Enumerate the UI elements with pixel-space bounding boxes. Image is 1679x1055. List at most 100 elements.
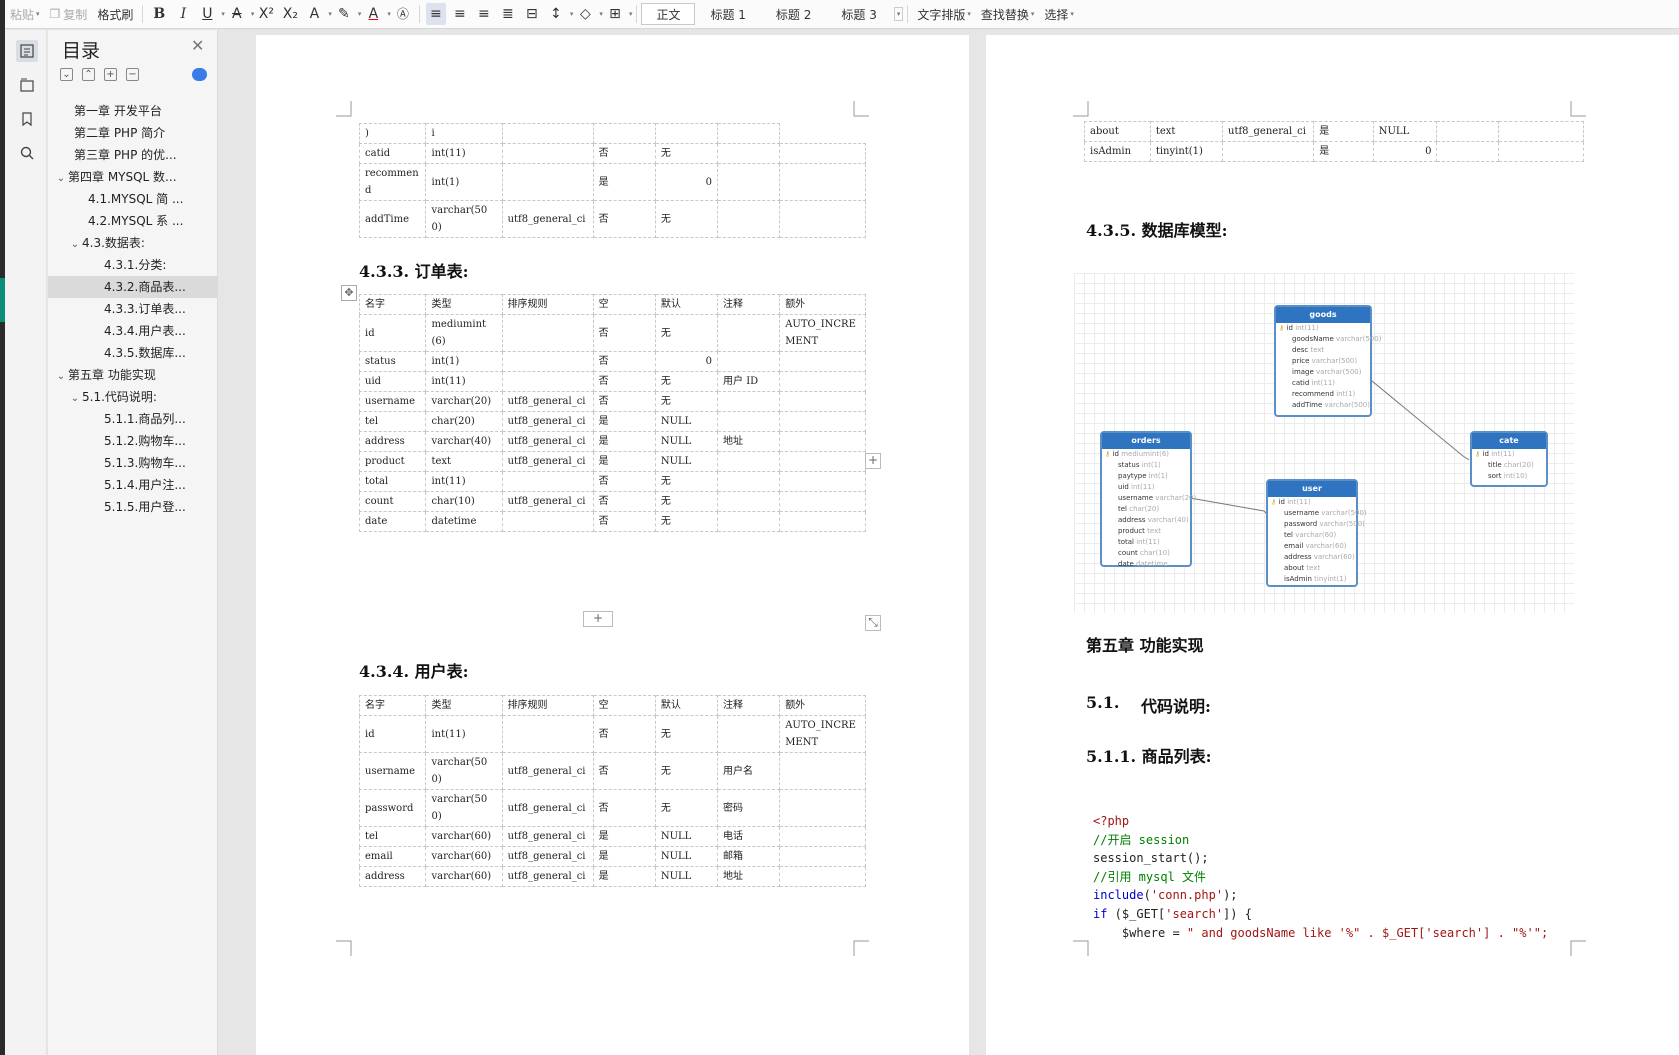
table-cell[interactable]: char(20): [425, 411, 503, 432]
table-cell[interactable]: 是: [592, 163, 656, 201]
table-cell[interactable]: utf8_general_ci: [501, 789, 594, 827]
table-cell[interactable]: isAdmin: [1084, 141, 1151, 162]
table-cell[interactable]: [779, 411, 866, 432]
table-cell[interactable]: 否: [592, 351, 656, 372]
distributed-icon[interactable]: ⊟: [522, 3, 542, 25]
table-cell[interactable]: 无: [654, 491, 719, 512]
table-cell[interactable]: [501, 715, 594, 753]
table-cell[interactable]: NULL: [654, 451, 719, 472]
table-cell[interactable]: [779, 431, 866, 452]
paste-button[interactable]: 粘贴 ▾: [5, 0, 45, 29]
table-cell[interactable]: 是: [592, 431, 656, 452]
toc-item[interactable]: 4.3.3.订单表...: [48, 298, 218, 320]
search-icon[interactable]: [16, 142, 38, 164]
table-cell[interactable]: [779, 826, 866, 847]
chevron-down-icon[interactable]: ⌄: [68, 234, 82, 254]
table-cell[interactable]: [717, 143, 781, 164]
toc-item[interactable]: ⌄ 4.3.数据表:: [48, 232, 218, 254]
entity-cate[interactable]: cate ⚷ id int(11) title char(20) sort int(1…: [1470, 431, 1548, 487]
toc-item[interactable]: 第一章 开发平台: [48, 100, 218, 122]
table-cell[interactable]: date: [358, 511, 427, 532]
align-left-icon[interactable]: ≡: [425, 3, 446, 25]
table-cell[interactable]: utf8_general_ci: [1221, 121, 1315, 142]
table-cell[interactable]: 0: [654, 163, 719, 201]
table-cell[interactable]: [501, 123, 594, 144]
table-cell[interactable]: 是: [592, 826, 656, 847]
table-cell[interactable]: status: [358, 351, 427, 372]
table-cell[interactable]: [779, 371, 866, 392]
table-cell[interactable]: utf8_general_ci: [501, 391, 594, 412]
table-cell[interactable]: [717, 200, 781, 238]
table-cell[interactable]: 是: [592, 846, 656, 867]
table-cell[interactable]: 用户名: [717, 752, 781, 790]
toc-item[interactable]: 5.1.5.用户登...: [48, 496, 218, 518]
text-layout-button[interactable]: 文字排版 ▾: [912, 0, 976, 29]
toc-item[interactable]: 第二章 PHP 简介: [48, 122, 218, 144]
table-cell[interactable]: AUTO_INCREMENT: [779, 715, 866, 753]
table-cell[interactable]: [779, 200, 866, 238]
table-cell[interactable]: 否: [592, 371, 656, 392]
table-cell[interactable]: tel: [358, 826, 427, 847]
justify-icon[interactable]: ≣: [498, 3, 518, 25]
toc-icon[interactable]: [16, 40, 38, 62]
table-cell[interactable]: 无: [654, 314, 719, 352]
table-cell[interactable]: 0: [654, 351, 719, 372]
table-cell[interactable]: [1498, 121, 1584, 142]
chevron-down-icon[interactable]: ⌄: [54, 366, 68, 386]
table-cell[interactable]: 无: [654, 511, 719, 532]
table-cell[interactable]: 是: [1313, 121, 1374, 142]
table-cell[interactable]: int(11): [425, 371, 503, 392]
table-cell[interactable]: utf8_general_ci: [501, 431, 594, 452]
table-cell[interactable]: total: [358, 471, 427, 492]
table-cell[interactable]: varchar(500): [425, 752, 503, 790]
toc-item[interactable]: 5.1.4.用户注...: [48, 474, 218, 496]
table-cell[interactable]: NULL: [654, 866, 719, 887]
table-cell[interactable]: [501, 471, 594, 492]
table-cell[interactable]: 否: [592, 314, 656, 352]
find-replace-button[interactable]: 查找替换 ▾: [976, 0, 1040, 29]
table-cell[interactable]: 否: [592, 491, 656, 512]
toc-item[interactable]: 4.3.2.商品表...: [48, 276, 218, 298]
table-cell[interactable]: username: [358, 752, 427, 790]
table-cell[interactable]: uid: [358, 371, 427, 392]
styles-more-icon[interactable]: ▾: [893, 7, 904, 21]
table-cell[interactable]: utf8_general_ci: [501, 411, 594, 432]
table-cell[interactable]: text: [425, 451, 503, 472]
table-cell[interactable]: 是: [1313, 141, 1374, 162]
table-cell[interactable]: 否: [592, 391, 656, 412]
table-cell[interactable]: varchar(500): [425, 200, 503, 238]
toc-item[interactable]: ⌄ 第五章 功能实现: [48, 364, 218, 386]
table-cell[interactable]: [717, 471, 781, 492]
superscript-icon[interactable]: X²: [256, 3, 276, 25]
table-cell[interactable]: [779, 846, 866, 867]
toc-item[interactable]: ⌄ 5.1.代码说明:: [48, 386, 218, 408]
table-cell[interactable]: int(11): [425, 471, 503, 492]
align-center-icon[interactable]: ≡: [450, 3, 470, 25]
format-painter-button[interactable]: 格式刷: [92, 0, 138, 29]
table-cell[interactable]: utf8_general_ci: [501, 866, 594, 887]
copy-button[interactable]: ❐ 复制: [45, 0, 93, 29]
table-cell[interactable]: 0: [1372, 141, 1438, 162]
table-cell[interactable]: [501, 163, 594, 201]
table-cell[interactable]: username: [358, 391, 427, 412]
strikethrough-icon[interactable]: A: [227, 3, 247, 25]
italic-icon[interactable]: I: [173, 3, 193, 25]
move-table-icon[interactable]: ✥: [341, 285, 357, 301]
table-cell[interactable]: int(1): [425, 351, 503, 372]
table-cell[interactable]: count: [358, 491, 427, 512]
table-cell[interactable]: [779, 511, 866, 532]
add-column-button[interactable]: +: [865, 453, 881, 469]
table-cell[interactable]: utf8_general_ci: [501, 846, 594, 867]
table-cell[interactable]: utf8_general_ci: [501, 752, 594, 790]
table-cell[interactable]: varchar(60): [425, 866, 503, 887]
table-cell[interactable]: address: [358, 866, 427, 887]
style-heading-2[interactable]: 标题 2: [761, 3, 826, 25]
outline-icon[interactable]: [16, 74, 38, 96]
font-color-icon[interactable]: A: [363, 3, 383, 25]
table-cell[interactable]: 无: [654, 391, 719, 412]
style-normal[interactable]: 正文: [641, 3, 696, 25]
table-cell[interactable]: tinyint(1): [1149, 141, 1224, 162]
table-cell[interactable]: password: [358, 789, 427, 827]
toc-item[interactable]: 4.3.4.用户表...: [48, 320, 218, 342]
table-cell[interactable]: 地址: [717, 431, 781, 452]
